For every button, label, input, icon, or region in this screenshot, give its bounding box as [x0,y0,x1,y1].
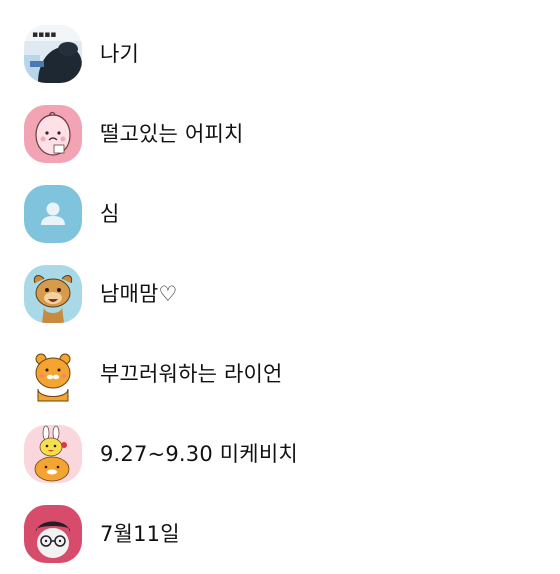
apeach-avatar[interactable] [24,105,82,163]
friend-row[interactable]: 심 [0,174,560,254]
friend-name: 심 [100,202,120,226]
friend-list: ▪▪▪▪ 나기 떨고있는 어피치 심 남매맘♡ 부끄러워하는 라이언 9.27~… [0,0,560,563]
friend-name: 9.27~9.30 미케비치 [100,442,298,466]
svg-text:▪▪▪▪: ▪▪▪▪ [32,30,56,40]
friend-row[interactable]: 7월11일 [0,494,560,574]
neo-avatar[interactable] [24,505,82,563]
ryan-avatar[interactable] [24,345,82,403]
friend-row[interactable]: 떨고있는 어피치 [0,94,560,174]
friend-row[interactable]: 남매맘♡ [0,254,560,334]
friend-name: 나기 [100,42,140,66]
friend-name: 남매맘♡ [100,282,178,306]
friend-row[interactable]: ▪▪▪▪ 나기 [0,14,560,94]
photo-avatar[interactable]: ▪▪▪▪ [24,25,82,83]
friend-row[interactable] [0,0,560,4]
muzi-con-avatar[interactable] [24,425,82,483]
friend-name: 떨고있는 어피치 [100,122,244,146]
frodo-dog-avatar[interactable] [24,265,82,323]
friend-row[interactable]: 부끄러워하는 라이언 [0,334,560,414]
friend-name: 7월11일 [100,522,180,546]
friend-row[interactable]: 9.27~9.30 미케비치 [0,414,560,494]
friend-name: 부끄러워하는 라이언 [100,362,283,386]
default-person-avatar[interactable] [24,185,82,243]
